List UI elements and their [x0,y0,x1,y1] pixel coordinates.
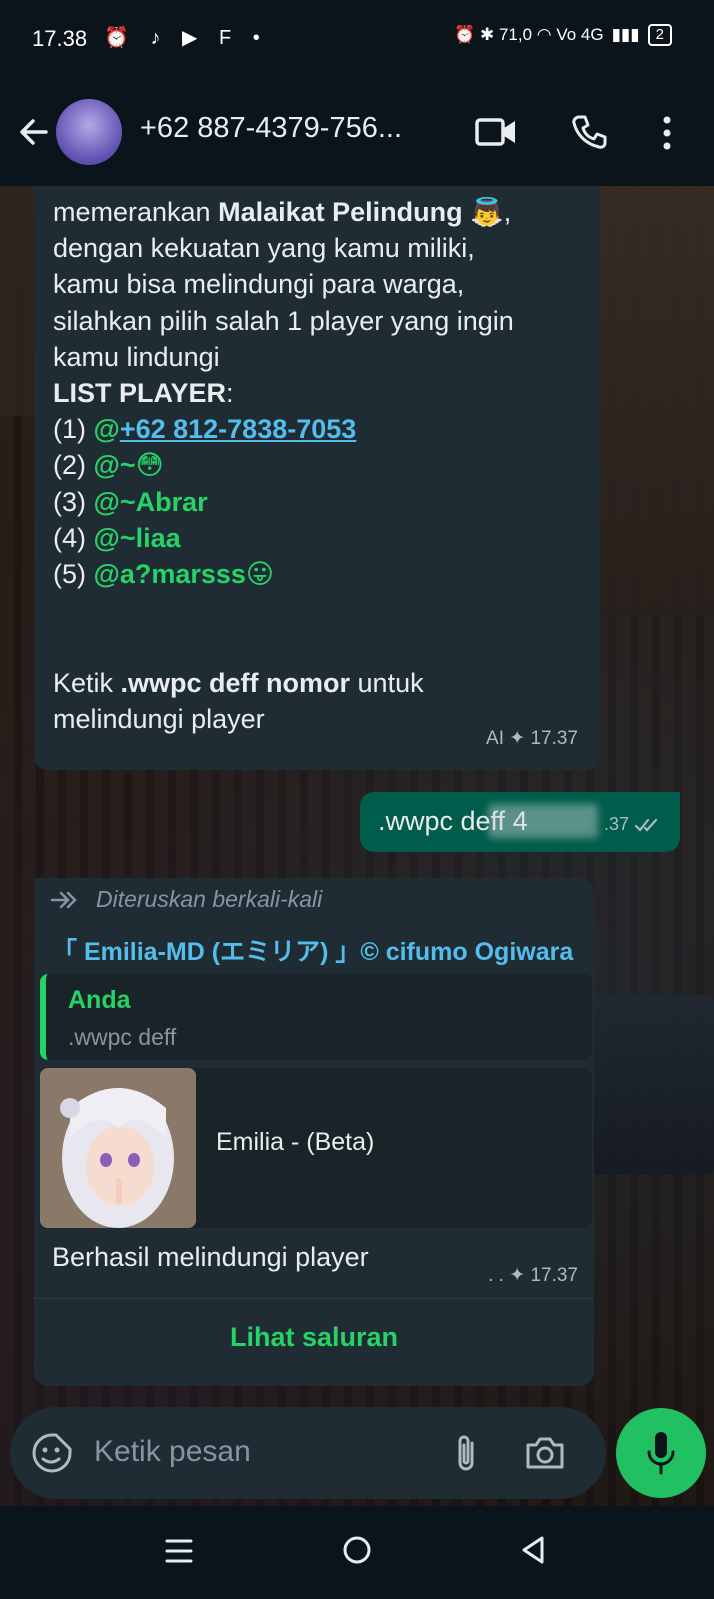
message-time: .37 [603,814,629,834]
mention-at: @ [93,414,120,445]
link-preview[interactable]: Emilia - (Beta) [40,1068,592,1228]
player-item: (5) @a?marsss😛 [53,556,593,592]
attach-icon[interactable] [452,1431,482,1475]
blur-overlay [488,804,598,838]
mention-at: @~ [93,486,136,517]
player-mention[interactable]: a?marsss😛 [120,559,274,589]
camera-icon[interactable] [524,1432,566,1474]
message-text: kamu lindungi [53,341,220,372]
message-text: : [226,378,234,409]
battery-icon: 2 [647,24,672,46]
player-mention-link[interactable]: +62 812-7838-7053 [120,414,356,444]
message-bold-text: Malaikat Pelindung [218,197,463,227]
incoming-message[interactable]: memerankan Malaikat Pelindung 👼, dengan … [34,186,600,770]
angel-emoji: 👼 [470,197,504,227]
player-number: (2) [53,450,94,481]
quoted-message[interactable]: Anda .wwpc deff [40,974,592,1060]
message-body: memerankan Malaikat Pelindung 👼, dengan … [53,194,593,737]
mention-at: @ [93,559,120,590]
player-number: (4) [53,522,94,553]
sender-name[interactable]: 「 Emilia-MD (エミリア) 」© cifumo Ogiwara [52,932,573,968]
divider [34,1298,594,1299]
contact-name[interactable]: +62 887-4379-756... [140,112,402,145]
system-status-icons: ⏰ ✱ 71,0 ◠ Vo 4G [454,25,604,44]
message-bold-text: .wwpc deff nomor [120,667,351,698]
player-item: (2) @~😳 [53,447,593,483]
view-channel-button[interactable]: Lihat saluran [34,1304,594,1374]
chat-header: +62 887-4379-756... [0,82,714,186]
message-text: kamu bisa melindungi para warga, [53,269,465,300]
system-icons: ⏰ ✱ 71,0 ◠ Vo 4G ▮▮▮ 2 [454,24,672,46]
sticker-icon[interactable] [30,1431,74,1475]
player-number: (5) [53,559,94,590]
more-options-icon[interactable] [660,113,674,153]
message-text: Ketik [53,667,121,698]
message-text: , [503,197,512,227]
nav-back-icon[interactable] [520,1534,546,1566]
home-icon[interactable] [341,1534,373,1566]
video-call-icon[interactable] [474,115,518,149]
player-item: (1) @+62 812-7838-7053 [53,411,593,447]
phone-call-icon[interactable] [570,113,608,151]
notification-icons: ⏰ ♪ ▶ F • [104,27,268,49]
quoted-author: Anda [68,986,131,1014]
mention-at: @~ [93,522,136,553]
quoted-text: .wwpc deff [68,1024,177,1050]
message-timestamp: . . ✦ 17.37 [488,1265,578,1286]
message-text: untuk [350,667,424,698]
outgoing-message[interactable]: .wwpc deff 4 .37 [360,792,680,852]
microphone-icon [647,1432,675,1475]
status-bar: 17.38 ⏰ ♪ ▶ F • ⏰ ✱ 71,0 ◠ Vo 4G ▮▮▮ 2 [0,0,714,82]
message-text: dengan kekuatan yang kamu miliki, [53,233,475,264]
player-item: (4) @~liaa [53,520,593,556]
player-mention[interactable]: 😳 [136,450,164,480]
message-text: Berhasil melindungi player [52,1242,369,1272]
player-number: (3) [53,486,94,517]
back-arrow-icon[interactable] [14,112,54,152]
player-item: (3) @~Abrar [53,484,593,520]
status-time: 17.38 [32,26,88,51]
read-receipt-icon [634,819,658,832]
message-text: silahkan pilih salah 1 player yang ingin [53,305,514,336]
player-mention[interactable]: liaa [136,523,181,553]
player-number: (1) [53,414,94,445]
forwarded-message[interactable]: Diteruskan berkali-kali 「 Emilia-MD (エミリ… [34,878,594,1386]
list-title: LIST PLAYER [53,378,227,409]
preview-title: Emilia - (Beta) [216,1128,375,1156]
forwarded-label: Diteruskan berkali-kali [50,886,322,913]
signal-icon: ▮▮▮ [611,25,640,44]
message-input[interactable]: Ketik pesan [94,1435,251,1469]
voice-message-button[interactable] [616,1408,706,1498]
message-timestamp: AI ✦ 17.37 [486,728,578,749]
player-mention[interactable]: Abrar [136,487,208,517]
preview-thumbnail [40,1068,196,1228]
forwarded-text: Diteruskan berkali-kali [96,886,323,912]
message-input-bar: Ketik pesan [10,1407,606,1499]
system-nav-bar [0,1506,714,1599]
mention-at: @~ [93,450,136,481]
contact-avatar[interactable] [56,99,122,165]
message-text: memerankan [53,197,219,227]
recent-apps-icon[interactable] [165,1536,193,1566]
message-timestamp: .37 [604,814,662,835]
forwarded-many-icon [50,891,77,908]
